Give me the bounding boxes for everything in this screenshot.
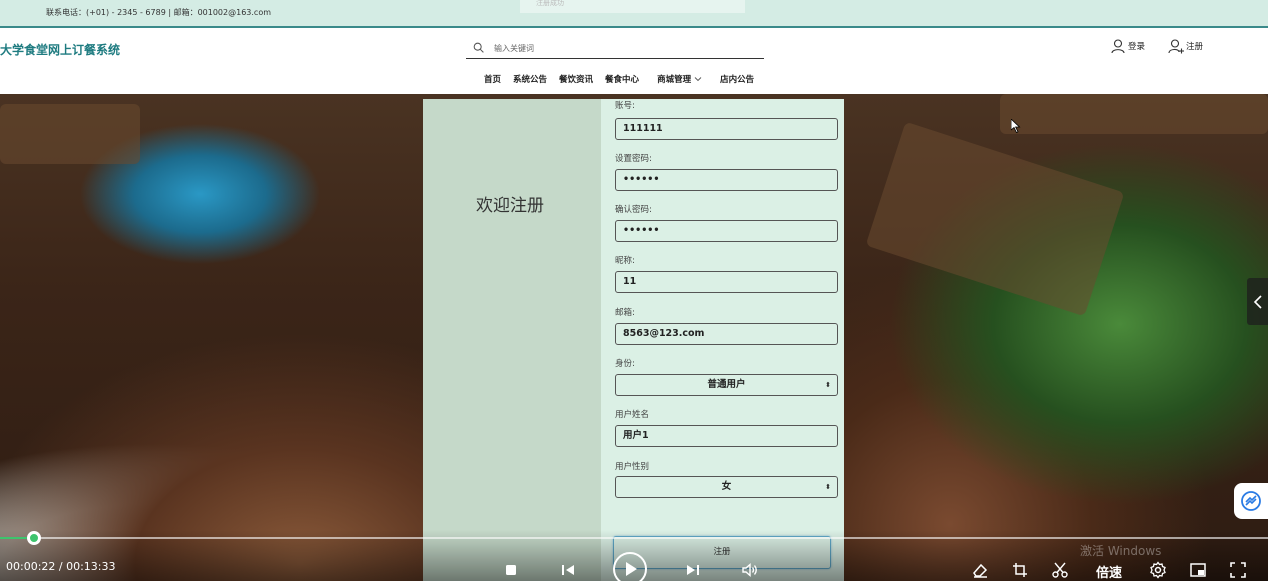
volume-button[interactable] [740,560,760,580]
select-caret-icon: ⬍ [825,381,831,389]
email-label: 邮箱: [615,308,635,318]
scissors-icon [1052,562,1068,578]
chevron-left-icon [1253,294,1262,309]
toast-message: 注册成功 [520,0,745,13]
register-link[interactable]: 注册 [1168,38,1203,54]
site-title[interactable]: 大学食堂网上订餐系统 [0,41,120,58]
nav-item-news[interactable]: 餐饮资讯 [559,73,593,85]
user-name-label: 用户姓名 [615,410,650,420]
settings-button[interactable] [1148,560,1168,580]
password-label: 设置密码: [615,154,652,164]
register-label: 注册 [1186,42,1204,52]
site-header: 大学食堂网上订餐系统 登录 注册 首页 系统公告 餐饮资讯 餐食中心 商城管理 [0,30,1268,94]
select-caret-icon: ⬍ [825,483,831,491]
skip-previous-icon [562,565,574,575]
background-shape [1000,94,1268,134]
crop-button[interactable] [1010,560,1030,580]
contact-info: 联系电话：(+01) - 2345 - 6789 | 邮箱：001002@163… [46,8,272,17]
windows-watermark: 激活 Windows [1080,544,1162,558]
play-icon [613,552,647,581]
annotate-button[interactable] [970,560,990,580]
fullscreen-icon [1230,562,1246,578]
assistant-icon [1241,491,1261,511]
nav-item-shop[interactable]: 商城管理 [657,73,702,85]
role-select[interactable]: 普通用户 ⬍ [615,374,838,396]
stop-button[interactable] [501,560,521,580]
eraser-icon [973,563,988,578]
account-label: 账号: [615,101,635,111]
chevron-down-icon [694,77,702,82]
nav-item-store-notice[interactable]: 店内公告 [720,73,754,85]
gender-select[interactable]: 女 ⬍ [615,476,838,498]
role-label: 身份: [615,359,635,369]
picture-in-picture-button[interactable] [1188,560,1208,580]
crop-icon [1013,563,1027,577]
mouse-cursor-icon [1011,119,1021,133]
collapse-arrow-button[interactable] [1247,278,1268,325]
account-field[interactable]: 111111 [615,118,838,140]
main-nav: 首页 系统公告 餐饮资讯 餐食中心 商城管理 店内公告 [484,73,766,85]
stop-icon [506,565,516,575]
role-select-value: 普通用户 [707,379,746,390]
gender-label: 用户性别 [615,462,650,472]
login-label: 登录 [1128,42,1146,52]
nav-item-meals[interactable]: 餐食中心 [605,73,639,85]
next-button[interactable] [683,560,703,580]
gear-icon [1150,561,1166,579]
password-field[interactable]: •••••• [615,169,838,191]
pip-icon [1190,563,1206,577]
confirm-password-label: 确认密码: [615,205,652,215]
search-icon[interactable] [472,41,486,55]
clip-button[interactable] [1050,560,1070,580]
play-button[interactable] [612,552,648,581]
video-progress-bar[interactable] [0,531,1268,545]
volume-icon [742,562,757,578]
top-info-bar: 联系电话：(+01) - 2345 - 6789 | 邮箱：001002@163… [0,0,1268,28]
login-link[interactable]: 登录 [1110,38,1145,54]
search-input[interactable] [494,41,754,55]
skip-next-icon [687,565,699,575]
nickname-field[interactable]: 11 [615,271,838,293]
user-name-field[interactable]: 用户1 [615,425,838,447]
user-add-icon [1168,39,1184,54]
video-time: 00:00:22 / 00:13:33 [6,560,116,573]
floating-assistant-button[interactable] [1234,483,1268,519]
welcome-heading: 欢迎注册 [476,196,544,216]
previous-button[interactable] [558,560,578,580]
nav-item-home[interactable]: 首页 [484,73,501,85]
nav-item-shop-label: 商城管理 [657,75,692,85]
playback-speed-button[interactable]: 倍速 [1096,562,1122,581]
nav-item-announcements[interactable]: 系统公告 [513,73,547,85]
nickname-label: 昵称: [615,256,635,266]
confirm-password-field[interactable]: •••••• [615,220,838,242]
search-bar [466,40,764,59]
email-field[interactable]: 8563@123.com [615,323,838,345]
background-shape [0,104,140,164]
gender-select-value: 女 [721,481,732,492]
fullscreen-button[interactable] [1228,560,1248,580]
register-side-panel: 欢迎注册 [423,99,601,581]
register-panel: 欢迎注册 账号: 111111 设置密码: •••••• 确认密码: •••••… [423,99,844,581]
background-shape [865,121,1125,317]
user-icon [1111,39,1125,54]
